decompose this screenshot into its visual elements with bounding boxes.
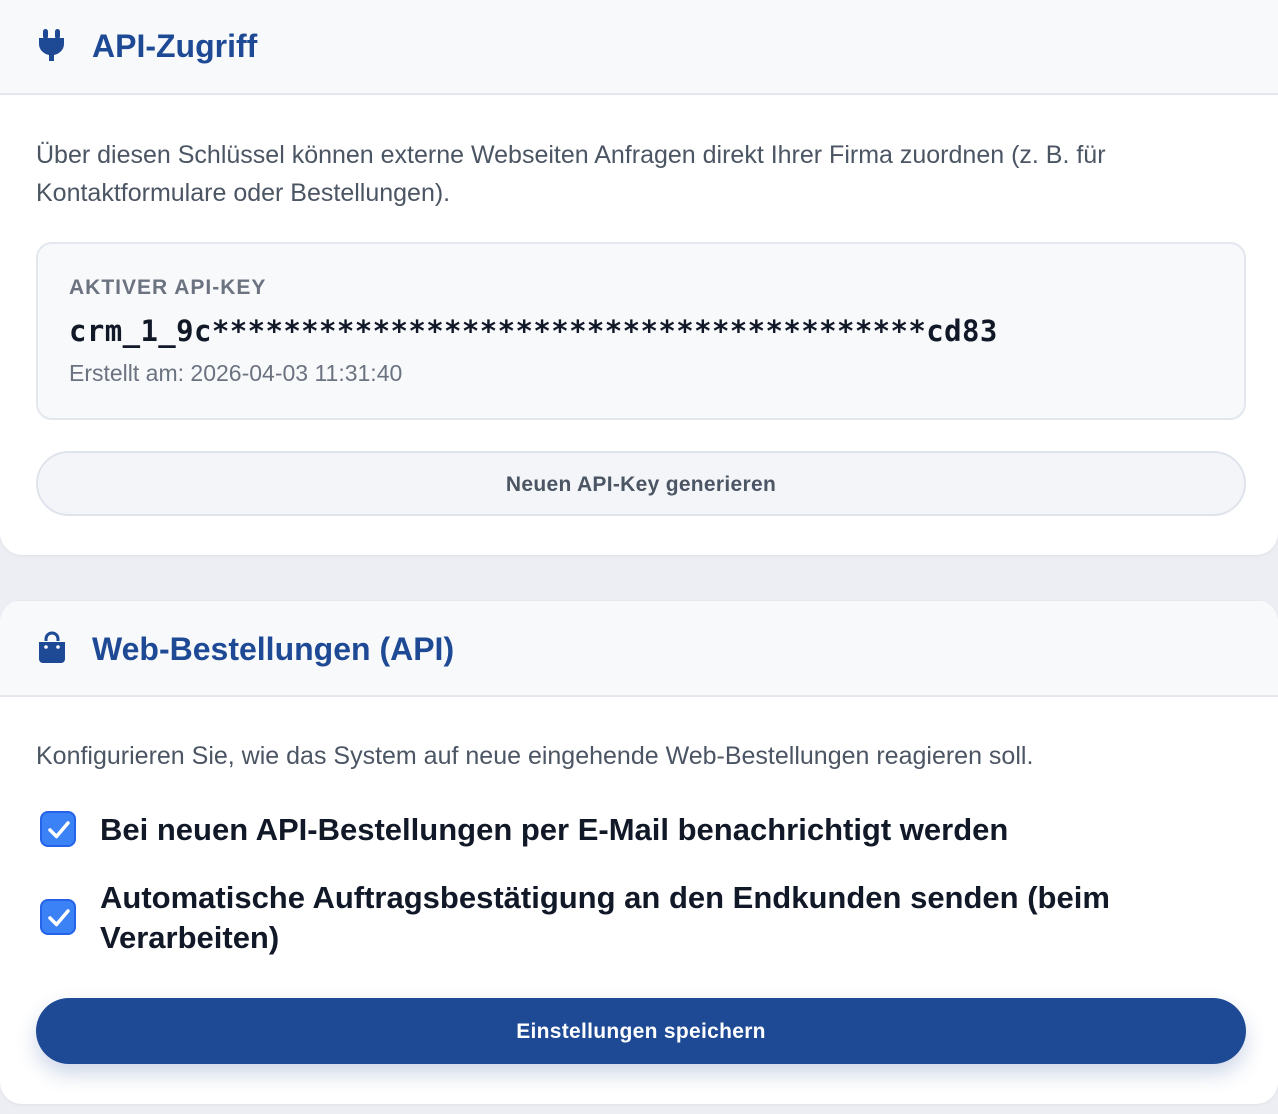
option-auto-confirmation[interactable]: Automatische Auftragsbestätigung an den … bbox=[36, 878, 1236, 962]
api-key-created-date: Erstellt am: 2026-04-03 11:31:40 bbox=[69, 360, 403, 386]
api-key-value[interactable]: crm_1_9c********************************… bbox=[69, 314, 998, 348]
checkmark-icon bbox=[48, 909, 70, 927]
api-key-box: AKTIVER API-KEY crm_1_9c****************… bbox=[36, 242, 1246, 420]
api-access-description: Über diesen Schlüssel können externe Web… bbox=[36, 141, 1106, 207]
web-orders-title: Web-Bestellungen (API) bbox=[92, 631, 455, 667]
option-email-notification[interactable]: Bei neuen API-Bestellungen per E-Mail be… bbox=[36, 810, 1236, 854]
email-notification-checkbox[interactable] bbox=[40, 811, 76, 847]
api-key-label: AKTIVER API-KEY bbox=[69, 276, 267, 299]
web-orders-header: Web-Bestellungen (API) bbox=[0, 600, 1278, 697]
checkmark-icon bbox=[48, 821, 70, 839]
api-access-title: API-Zugriff bbox=[92, 28, 258, 64]
email-notification-label[interactable]: Bei neuen API-Bestellungen per E-Mail be… bbox=[100, 810, 1220, 850]
shopping-bag-icon bbox=[36, 631, 68, 667]
web-orders-card: Web-Bestellungen (API) Konfigurieren Sie… bbox=[0, 600, 1278, 1104]
api-access-card: API-Zugriff Über diesen Schlüssel können… bbox=[0, 0, 1278, 555]
auto-confirmation-label[interactable]: Automatische Auftragsbestätigung an den … bbox=[100, 878, 1220, 958]
save-settings-button[interactable]: Einstellungen speichern bbox=[36, 998, 1246, 1064]
api-access-header: API-Zugriff bbox=[0, 0, 1278, 95]
auto-confirmation-checkbox[interactable] bbox=[40, 899, 76, 935]
web-orders-description: Konfigurieren Sie, wie das System auf ne… bbox=[36, 742, 1034, 770]
generate-api-key-button[interactable]: Neuen API-Key generieren bbox=[36, 451, 1246, 516]
plug-icon bbox=[36, 27, 68, 63]
